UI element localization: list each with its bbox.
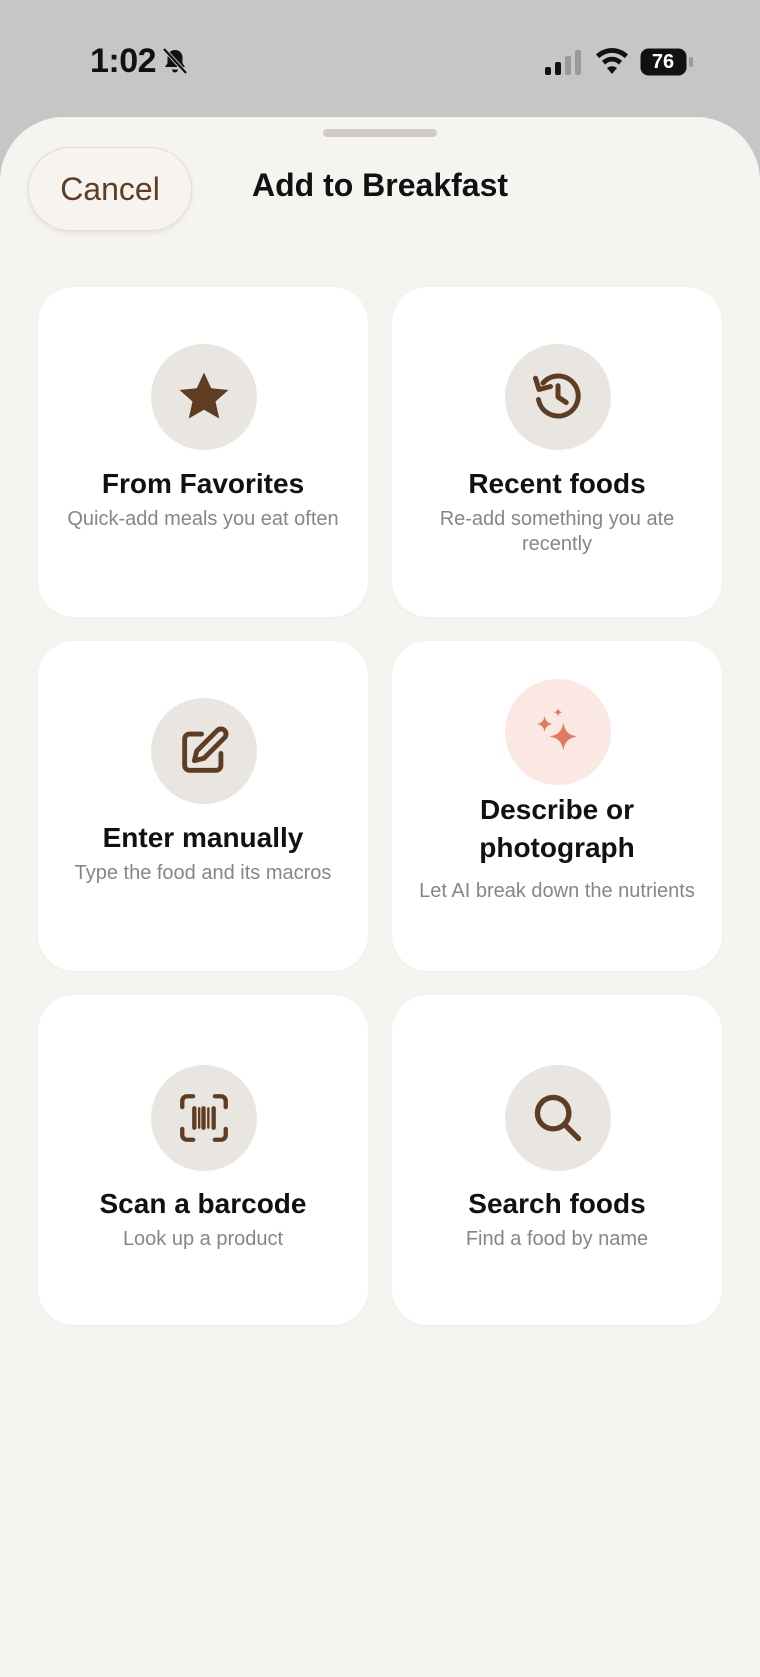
- option-title: Search foods: [468, 1188, 646, 1219]
- sheet-title: Add to Breakfast: [251, 167, 509, 203]
- barcode-icon-circle: [151, 1065, 257, 1171]
- option-card-search[interactable]: Search foods Find a food by name: [392, 995, 722, 1325]
- option-title: From Favorites: [101, 468, 305, 499]
- option-title: Enter manually: [102, 822, 304, 853]
- option-subtitle: Look up a product: [122, 1228, 284, 1250]
- edit-icon-circle: [151, 698, 257, 804]
- option-title: Describe or photograph: [479, 794, 635, 863]
- option-title: Recent foods: [468, 468, 646, 499]
- option-subtitle: Type the food and its macros: [74, 862, 332, 884]
- sparkles-icon: [536, 708, 578, 751]
- edit-icon: [182, 726, 229, 773]
- bell-slash-icon: [162, 47, 188, 75]
- option-card-ai[interactable]: Describe or photograph Let AI break down…: [392, 641, 722, 971]
- search-icon-circle: [505, 1065, 611, 1171]
- star-icon: [179, 372, 229, 419]
- option-subtitle: Re-add something you ate recently: [439, 508, 675, 555]
- status-time: 1:02: [90, 42, 157, 80]
- sheet-grabber[interactable]: [323, 129, 437, 137]
- barcode-scan-icon: [180, 1094, 228, 1142]
- sparkles-icon-circle: [505, 679, 611, 785]
- history-icon-circle: [505, 344, 611, 450]
- option-card-manual[interactable]: Enter manually Type the food and its mac…: [38, 641, 368, 971]
- battery-level: 76: [651, 51, 675, 73]
- option-subtitle: Find a food by name: [465, 1228, 649, 1250]
- cancel-button[interactable]: Cancel: [28, 147, 192, 231]
- signal-icon: [545, 50, 581, 75]
- search-icon: [534, 1094, 582, 1142]
- star-icon-circle: [151, 344, 257, 450]
- option-title: Scan a barcode: [99, 1188, 307, 1219]
- option-subtitle: Let AI break down the nutrients: [419, 880, 695, 902]
- status-bar: 1:02 76: [0, 0, 760, 116]
- option-card-recent[interactable]: Recent foods Re-add something you ate re…: [392, 287, 722, 617]
- option-subtitle: Quick-add meals you eat often: [67, 508, 339, 530]
- option-card-barcode[interactable]: Scan a barcode Look up a product: [38, 995, 368, 1325]
- add-food-sheet: Cancel Add to Breakfast From Favorites Q…: [0, 117, 760, 1677]
- history-icon: [533, 373, 581, 419]
- wifi-icon: [596, 48, 628, 74]
- option-card-favorites[interactable]: From Favorites Quick-add meals you eat o…: [38, 287, 368, 617]
